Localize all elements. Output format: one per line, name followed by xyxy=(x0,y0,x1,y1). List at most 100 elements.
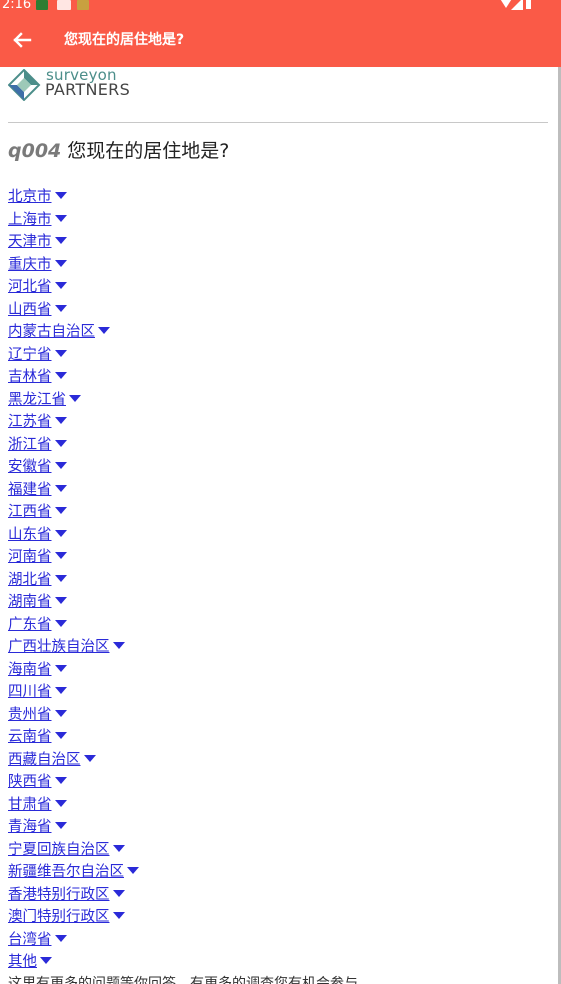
option-item[interactable]: 河北省 xyxy=(8,276,139,299)
option-link[interactable]: 贵州省 xyxy=(8,707,52,723)
caret-down-icon xyxy=(83,754,96,762)
caret-down-icon xyxy=(54,529,67,537)
option-item[interactable]: 福建省 xyxy=(8,479,139,502)
option-item[interactable]: 甘肃省 xyxy=(8,794,139,817)
caret-down-icon xyxy=(112,844,125,852)
caret-down-icon xyxy=(54,799,67,807)
option-item[interactable]: 内蒙古自治区 xyxy=(8,321,139,344)
option-item[interactable]: 江西省 xyxy=(8,501,139,524)
option-link[interactable]: 广西壮族自治区 xyxy=(8,639,110,655)
option-item[interactable]: 广西壮族自治区 xyxy=(8,636,139,659)
option-item[interactable]: 新疆维吾尔自治区 xyxy=(8,861,139,884)
option-item[interactable]: 湖南省 xyxy=(8,591,139,614)
caret-down-icon xyxy=(54,417,67,424)
option-link[interactable]: 辽宁省 xyxy=(8,347,52,363)
option-item[interactable]: 重庆市 xyxy=(8,254,139,277)
caret-down-icon xyxy=(112,642,125,649)
notification-app-icon xyxy=(36,0,48,10)
app-bar: 您现在的居住地是? xyxy=(0,13,561,67)
caret-down-icon xyxy=(54,732,67,739)
option-link[interactable]: 黑龙江省 xyxy=(8,392,66,408)
option-link[interactable]: 湖北省 xyxy=(8,572,52,588)
caret-down-icon xyxy=(54,237,67,244)
option-link[interactable]: 海南省 xyxy=(8,662,52,678)
option-item[interactable]: 澳门特别行政区 xyxy=(8,906,139,929)
option-link[interactable]: 北京市 xyxy=(8,189,52,205)
option-item[interactable]: 河南省 xyxy=(8,546,139,569)
caret-down-icon xyxy=(54,214,67,222)
option-item[interactable]: 西藏自治区 xyxy=(8,749,139,772)
caret-down-icon xyxy=(54,259,67,267)
option-item[interactable]: 云南省 xyxy=(8,726,139,749)
caret-down-icon xyxy=(54,777,67,784)
option-link[interactable]: 陕西省 xyxy=(8,774,52,790)
option-link[interactable]: 福建省 xyxy=(8,482,52,498)
option-item[interactable]: 辽宁省 xyxy=(8,344,139,367)
option-link[interactable]: 山东省 xyxy=(8,527,52,543)
footer-note: 这里有更多的问题等你回答，有更多的调查您有机会参与 xyxy=(8,976,358,984)
option-item[interactable]: 广东省 xyxy=(8,614,139,637)
option-item[interactable]: 其他 xyxy=(8,951,139,974)
option-link[interactable]: 四川省 xyxy=(8,684,52,700)
caret-down-icon xyxy=(54,934,67,942)
option-link[interactable]: 台湾省 xyxy=(8,932,52,948)
option-link[interactable]: 宁夏回族自治区 xyxy=(8,842,110,858)
option-link[interactable]: 湖南省 xyxy=(8,594,52,610)
signal-icon xyxy=(511,0,523,10)
option-item[interactable]: 山西省 xyxy=(8,299,139,322)
option-link[interactable]: 江西省 xyxy=(8,504,52,520)
option-item[interactable]: 黑龙江省 xyxy=(8,389,139,412)
caret-down-icon xyxy=(54,462,67,469)
option-item[interactable]: 海南省 xyxy=(8,659,139,682)
option-item[interactable]: 四川省 xyxy=(8,681,139,704)
option-link[interactable]: 浙江省 xyxy=(8,437,52,453)
option-item[interactable]: 天津市 xyxy=(8,231,139,254)
option-link[interactable]: 其他 xyxy=(8,954,37,970)
option-item[interactable]: 宁夏回族自治区 xyxy=(8,839,139,862)
option-link[interactable]: 广东省 xyxy=(8,617,52,633)
option-item[interactable]: 青海省 xyxy=(8,816,139,839)
option-link[interactable]: 西藏自治区 xyxy=(8,752,81,768)
option-item[interactable]: 上海市 xyxy=(8,209,139,232)
option-link[interactable]: 河南省 xyxy=(8,549,52,565)
option-item[interactable]: 江苏省 xyxy=(8,411,139,434)
option-link[interactable]: 上海市 xyxy=(8,212,52,228)
caret-down-icon xyxy=(54,282,67,289)
back-button[interactable] xyxy=(8,26,36,54)
caret-down-icon xyxy=(54,574,67,582)
option-link[interactable]: 新疆维吾尔自治区 xyxy=(8,864,124,880)
status-time: 2:16 xyxy=(2,0,32,12)
option-link[interactable]: 河北省 xyxy=(8,279,52,295)
caret-down-icon xyxy=(54,349,67,357)
caret-down-icon xyxy=(69,394,81,402)
option-link[interactable]: 吉林省 xyxy=(8,369,52,385)
notification-game-icon xyxy=(57,0,71,10)
option-item[interactable]: 浙江省 xyxy=(8,434,139,457)
option-link[interactable]: 天津市 xyxy=(8,234,52,250)
caret-down-icon xyxy=(112,889,125,897)
option-item[interactable]: 香港特别行政区 xyxy=(8,884,139,907)
option-link[interactable]: 青海省 xyxy=(8,819,52,835)
option-item[interactable]: 吉林省 xyxy=(8,366,139,389)
option-link[interactable]: 内蒙古自治区 xyxy=(8,324,95,340)
option-link[interactable]: 香港特别行政区 xyxy=(8,887,110,903)
option-item[interactable]: 山东省 xyxy=(8,524,139,547)
option-link[interactable]: 江苏省 xyxy=(8,414,52,430)
question-id: q004 xyxy=(8,140,62,162)
option-link[interactable]: 云南省 xyxy=(8,729,52,745)
survey-content[interactable]: surveyon PARTNERS q004 您现在的居住地是? 北京市 上海市 天津… xyxy=(0,67,561,984)
option-link[interactable]: 重庆市 xyxy=(8,257,52,273)
caret-down-icon xyxy=(127,867,139,874)
option-item[interactable]: 安徽省 xyxy=(8,456,139,479)
caret-down-icon xyxy=(40,957,52,964)
option-item[interactable]: 北京市 xyxy=(8,186,139,209)
option-item[interactable]: 台湾省 xyxy=(8,929,139,952)
option-link[interactable]: 甘肃省 xyxy=(8,797,52,813)
option-item[interactable]: 贵州省 xyxy=(8,704,139,727)
option-link[interactable]: 山西省 xyxy=(8,302,52,318)
status-indicators xyxy=(497,0,533,10)
option-link[interactable]: 安徽省 xyxy=(8,459,52,475)
option-item[interactable]: 陕西省 xyxy=(8,771,139,794)
option-link[interactable]: 澳门特别行政区 xyxy=(8,909,110,925)
option-item[interactable]: 湖北省 xyxy=(8,569,139,592)
